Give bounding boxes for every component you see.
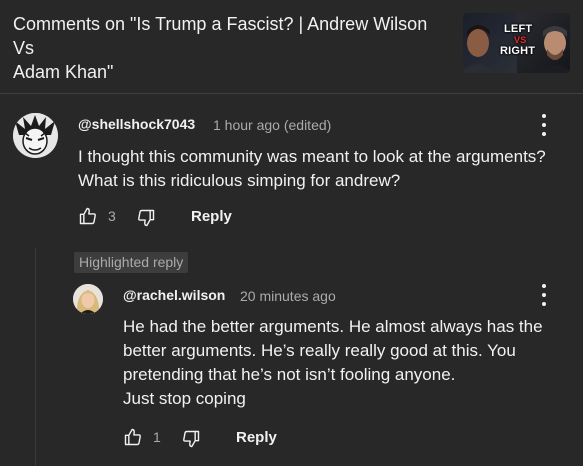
reply-timestamp[interactable]: 20 minutes ago <box>240 288 336 304</box>
more-vert-icon[interactable] <box>541 284 547 306</box>
cartoon-face-avatar[interactable] <box>13 113 58 158</box>
avatar-image <box>13 113 58 158</box>
thumb-up-icon[interactable] <box>78 206 98 226</box>
reply-body-line-4: Just stop coping <box>123 389 246 408</box>
reply-button[interactable]: Reply <box>236 429 277 446</box>
comments-panel: Comments on "Is Trump a Fascist? | Andre… <box>0 0 583 466</box>
highlighted-reply-badge: Highlighted reply <box>74 252 189 273</box>
thumb-down-icon[interactable] <box>181 429 201 449</box>
reply-body-line-3: pretending that he’s not isn’t fooling a… <box>123 365 456 384</box>
thumb-down-icon[interactable] <box>136 208 156 228</box>
video-thumbnail[interactable]: LEFT VS RIGHT <box>463 13 570 73</box>
comment-author[interactable]: @shellshock7043 <box>78 116 195 132</box>
comments-header: Comments on "Is Trump a Fascist? | Andre… <box>0 0 583 94</box>
like-count: 3 <box>108 208 116 224</box>
reply-body: He had the better arguments. He almost a… <box>123 315 543 411</box>
comment-timestamp[interactable]: 1 hour ago (edited) <box>213 117 331 133</box>
reply-body-line-2: better arguments. He’s really really goo… <box>123 341 516 360</box>
video-title-line-1: Comments on "Is Trump a Fascist? | Andre… <box>13 14 428 58</box>
avatar-image <box>73 284 103 314</box>
thumb-up-icon[interactable] <box>123 427 143 447</box>
like-count: 1 <box>153 429 161 445</box>
blonde-woman-avatar[interactable] <box>73 284 103 314</box>
thread-line <box>35 248 36 466</box>
video-title-line-2: Adam Khan" <box>13 62 114 82</box>
reply-author[interactable]: @rachel.wilson <box>123 287 225 303</box>
thumbnail-label-vs: VS <box>514 35 527 45</box>
reply-body-line-1: He had the better arguments. He almost a… <box>123 317 543 336</box>
thumbnail-label-left: LEFT <box>504 23 533 35</box>
video-title: Comments on "Is Trump a Fascist? | Andre… <box>13 12 453 84</box>
reply-button[interactable]: Reply <box>191 208 232 225</box>
more-vert-icon[interactable] <box>541 114 547 136</box>
comment-body-line-1: I thought this community was meant to lo… <box>78 147 546 166</box>
comment-body: I thought this community was meant to lo… <box>78 145 546 193</box>
comment-body-line-2: What is this ridiculous simping for andr… <box>78 171 401 190</box>
thumbnail-label-right: RIGHT <box>500 45 536 57</box>
